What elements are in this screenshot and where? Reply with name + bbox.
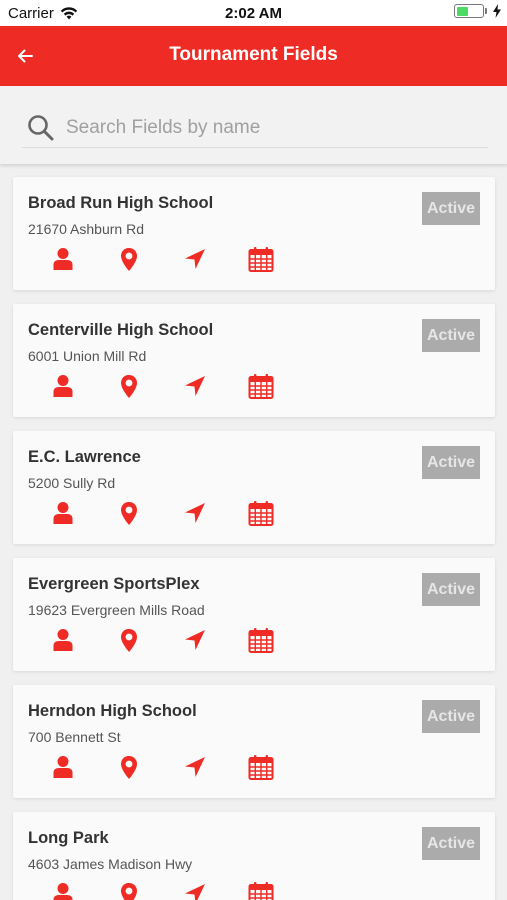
contact-button[interactable] bbox=[50, 880, 76, 900]
battery-level bbox=[456, 6, 468, 16]
navigation-arrow-icon bbox=[185, 503, 205, 523]
field-name: Long Park bbox=[28, 829, 109, 847]
status-bar: Carrier 2:02 AM bbox=[0, 0, 507, 26]
directions-button[interactable] bbox=[182, 372, 208, 400]
contact-icon bbox=[53, 375, 73, 397]
map-pin-icon bbox=[121, 882, 137, 900]
status-badge: Active bbox=[422, 827, 480, 860]
contact-button[interactable] bbox=[50, 626, 76, 654]
status-badge: Active bbox=[422, 319, 480, 352]
directions-button[interactable] bbox=[182, 245, 208, 273]
map-pin-icon bbox=[121, 755, 137, 779]
navigation-arrow-icon bbox=[185, 249, 205, 269]
field-card[interactable]: E.C. Lawrence 5200 Sully Rd Active bbox=[13, 431, 495, 544]
field-card[interactable]: Centerville High School 6001 Union Mill … bbox=[13, 304, 495, 417]
contact-icon bbox=[53, 756, 73, 778]
map-pin-icon bbox=[121, 501, 137, 525]
field-address: 700 Bennett St bbox=[28, 729, 121, 745]
field-address: 21670 Ashburn Rd bbox=[28, 221, 144, 237]
navigation-arrow-icon bbox=[185, 884, 205, 900]
location-button[interactable] bbox=[116, 245, 142, 273]
calendar-icon bbox=[248, 628, 274, 653]
field-list: Broad Run High School 21670 Ashburn Rd A… bbox=[0, 164, 507, 900]
search-icon bbox=[28, 114, 54, 140]
calendar-icon bbox=[248, 374, 274, 399]
search-bar bbox=[0, 86, 507, 164]
navigation-arrow-icon bbox=[185, 630, 205, 650]
schedule-button[interactable] bbox=[248, 626, 274, 654]
navigation-arrow-icon bbox=[185, 376, 205, 396]
map-pin-icon bbox=[121, 247, 137, 271]
status-badge: Active bbox=[422, 573, 480, 606]
contact-button[interactable] bbox=[50, 245, 76, 273]
battery-icon bbox=[454, 4, 487, 18]
schedule-button[interactable] bbox=[248, 753, 274, 781]
location-button[interactable] bbox=[116, 372, 142, 400]
directions-button[interactable] bbox=[182, 499, 208, 527]
schedule-button[interactable] bbox=[248, 245, 274, 273]
field-name: Broad Run High School bbox=[28, 194, 214, 212]
directions-button[interactable] bbox=[182, 626, 208, 654]
status-badge: Active bbox=[422, 446, 480, 479]
field-card[interactable]: Broad Run High School 21670 Ashburn Rd A… bbox=[13, 177, 495, 290]
field-card[interactable]: Evergreen SportsPlex 19623 Evergreen Mil… bbox=[13, 558, 495, 671]
calendar-icon bbox=[248, 755, 274, 780]
field-card[interactable]: Herndon High School 700 Bennett St Activ… bbox=[13, 685, 495, 798]
contact-icon bbox=[53, 883, 73, 900]
location-button[interactable] bbox=[116, 880, 142, 900]
status-right bbox=[454, 4, 501, 18]
navigation-arrow-icon bbox=[185, 757, 205, 777]
field-address: 5200 Sully Rd bbox=[28, 475, 116, 491]
field-address: 4603 James Madison Hwy bbox=[28, 856, 193, 872]
contact-button[interactable] bbox=[50, 372, 76, 400]
contact-icon bbox=[53, 248, 73, 270]
location-button[interactable] bbox=[116, 499, 142, 527]
schedule-button[interactable] bbox=[248, 372, 274, 400]
charging-bolt-icon bbox=[493, 4, 501, 18]
location-button[interactable] bbox=[116, 626, 142, 654]
navigation-bar: Tournament Fields bbox=[0, 26, 507, 86]
map-pin-icon bbox=[121, 374, 137, 398]
status-badge: Active bbox=[422, 192, 480, 225]
calendar-icon bbox=[248, 882, 274, 900]
field-address: 19623 Evergreen Mills Road bbox=[28, 602, 205, 618]
schedule-button[interactable] bbox=[248, 499, 274, 527]
field-name: E.C. Lawrence bbox=[28, 448, 141, 466]
contact-icon bbox=[53, 629, 73, 651]
status-badge: Active bbox=[422, 700, 480, 733]
field-card[interactable]: Long Park 4603 James Madison Hwy Active bbox=[13, 812, 495, 900]
contact-button[interactable] bbox=[50, 753, 76, 781]
clock: 2:02 AM bbox=[225, 5, 282, 22]
calendar-icon bbox=[248, 247, 274, 272]
schedule-button[interactable] bbox=[248, 880, 274, 900]
field-address: 6001 Union Mill Rd bbox=[28, 348, 147, 364]
search-field[interactable] bbox=[22, 108, 488, 148]
page-title: Tournament Fields bbox=[169, 44, 338, 65]
calendar-icon bbox=[248, 501, 274, 526]
contact-button[interactable] bbox=[50, 499, 76, 527]
contact-icon bbox=[53, 502, 73, 524]
search-input[interactable] bbox=[66, 116, 466, 139]
field-name: Evergreen SportsPlex bbox=[28, 575, 200, 593]
map-pin-icon bbox=[121, 628, 137, 652]
directions-button[interactable] bbox=[182, 880, 208, 900]
field-name: Herndon High School bbox=[28, 702, 197, 720]
field-name: Centerville High School bbox=[28, 321, 214, 339]
directions-button[interactable] bbox=[182, 753, 208, 781]
location-button[interactable] bbox=[116, 753, 142, 781]
